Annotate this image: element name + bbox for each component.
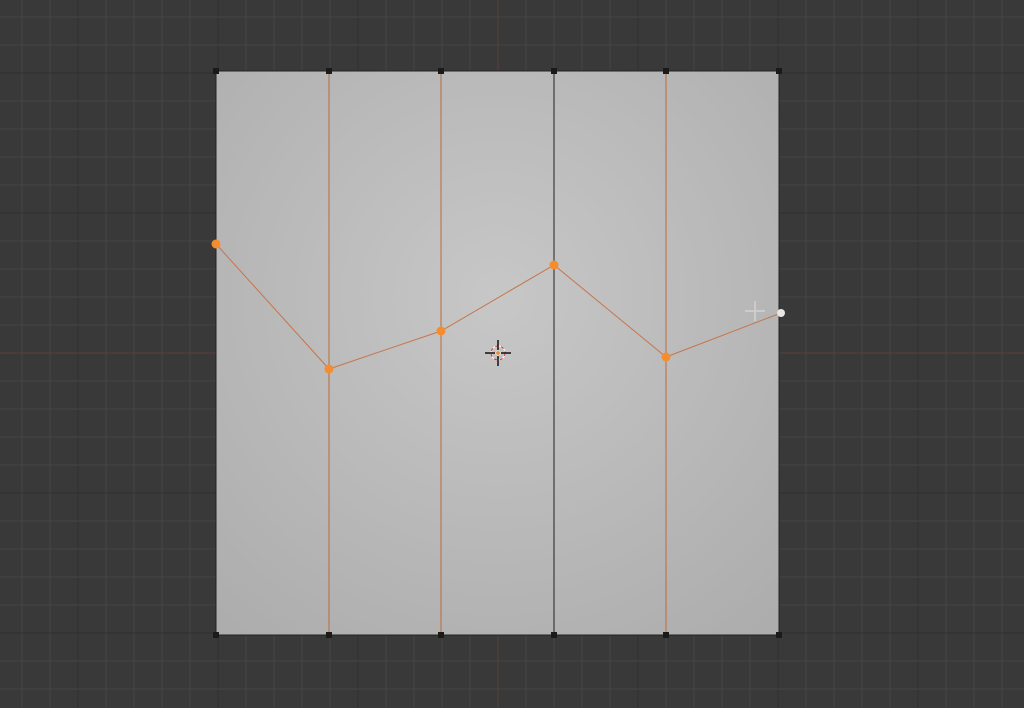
mesh-vertex[interactable] <box>663 632 669 638</box>
mesh-vertex-active[interactable] <box>777 309 785 317</box>
mesh-vertex-selected[interactable] <box>212 240 221 249</box>
mesh-vertex[interactable] <box>776 68 782 74</box>
mesh-vertex[interactable] <box>326 632 332 638</box>
mesh-vertex[interactable] <box>551 632 557 638</box>
mesh-vertex[interactable] <box>326 68 332 74</box>
mesh-vertex[interactable] <box>663 68 669 74</box>
mesh-vertex-selected[interactable] <box>325 365 334 374</box>
viewport-3d[interactable] <box>0 0 1024 708</box>
mesh-vertex-selected[interactable] <box>550 261 559 270</box>
mesh-vertex[interactable] <box>213 68 219 74</box>
mesh-vertex[interactable] <box>213 632 219 638</box>
mesh-vertex-selected[interactable] <box>437 327 446 336</box>
mesh-vertex[interactable] <box>776 632 782 638</box>
mesh-vertex[interactable] <box>551 68 557 74</box>
viewport-svg <box>0 0 1024 708</box>
mesh-vertex[interactable] <box>438 632 444 638</box>
mesh-vertex-selected[interactable] <box>662 353 671 362</box>
mesh-vertex[interactable] <box>438 68 444 74</box>
